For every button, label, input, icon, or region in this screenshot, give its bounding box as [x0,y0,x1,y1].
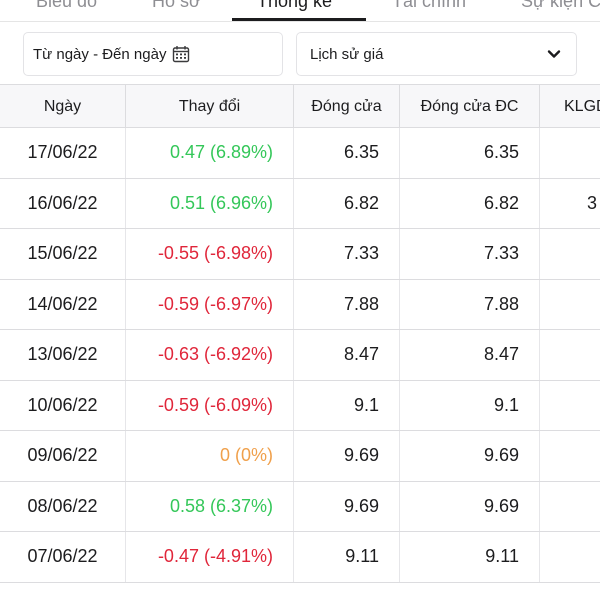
cell-adjusted-close: 8.47 [400,330,540,380]
tab-finance[interactable]: Tài chính [392,0,466,12]
cell-volume [540,431,600,481]
cell-date: 16/06/22 [0,178,126,228]
table-row[interactable]: 13/06/22 -0.63 (-6.92%) 8.47 8.47 [0,330,600,381]
table-row[interactable]: 17/06/22 0.47 (6.89%) 6.35 6.35 [0,128,600,179]
filter-bar: Từ ngày - Đến ngày Lịch sử giá [0,22,600,84]
calendar-icon [172,45,190,63]
table-row[interactable]: 10/06/22 -0.59 (-6.09%) 9.1 9.1 [0,380,600,431]
tab-profile[interactable]: Hồ sơ [152,0,201,12]
date-range-picker[interactable]: Từ ngày - Đến ngày [23,32,283,76]
cell-volume [540,280,600,330]
cell-change: -0.59 (-6.97%) [126,279,294,329]
price-history-select-value: Lịch sử giá [310,45,384,63]
cell-volume [540,482,600,532]
cell-change: 0.58 (6.37%) [126,481,294,531]
cell-change: 0 (0%) [126,431,294,481]
cell-volume [540,229,600,279]
table-row[interactable]: 08/06/22 0.58 (6.37%) 9.69 9.69 [0,481,600,532]
date-range-label: Từ ngày - Đến ngày [33,45,167,63]
tab-chart[interactable]: Biểu đồ [36,0,97,12]
cell-volume [540,128,600,178]
cell-date: 17/06/22 [0,128,126,178]
cell-adjusted-close: 6.82 [400,178,540,228]
cell-date: 10/06/22 [0,380,126,430]
cell-date: 07/06/22 [0,532,126,582]
price-history-table: Ngày Thay đổi Đóng cửa Đóng cửa ĐC KLGD … [0,84,600,583]
cell-date: 13/06/22 [0,330,126,380]
table-row[interactable]: 09/06/22 0 (0%) 9.69 9.69 [0,431,600,482]
cell-adjusted-close: 6.35 [400,128,540,178]
cell-adjusted-close: 9.69 [400,431,540,481]
cell-close: 7.33 [294,229,400,279]
cell-date: 14/06/22 [0,279,126,329]
cell-adjusted-close: 7.33 [400,229,540,279]
tab-bar: Biểu đồ Hồ sơ Thống kê Tài chính Sự kiện… [0,0,600,22]
header-close: Đóng cửa [294,85,400,129]
cell-close: 6.82 [294,178,400,228]
table-row[interactable]: 07/06/22 -0.47 (-4.91%) 9.11 9.11 [0,532,600,583]
cell-change: 0.51 (6.96%) [126,178,294,228]
cell-close: 9.69 [294,481,400,531]
chevron-down-icon [546,46,562,62]
cell-adjusted-close: 7.88 [400,279,540,329]
tab-events[interactable]: Sự kiện C [521,0,600,12]
cell-volume: 3 [540,179,600,229]
header-volume: KLGD [540,85,600,129]
price-history-select[interactable]: Lịch sử giá [296,32,577,76]
header-date: Ngày [0,85,126,129]
cell-close: 7.88 [294,279,400,329]
cell-volume [540,330,600,380]
table-body: 17/06/22 0.47 (6.89%) 6.35 6.35 16/06/22 0.51… [0,128,600,583]
cell-change: -0.63 (-6.92%) [126,330,294,380]
cell-volume [540,381,600,431]
cell-volume [540,532,600,582]
table-row[interactable]: 14/06/22 -0.59 (-6.97%) 7.88 7.88 [0,279,600,330]
cell-close: 9.11 [294,532,400,582]
cell-change: 0.47 (6.89%) [126,128,294,178]
cell-change: -0.55 (-6.98%) [126,229,294,279]
tab-statistics[interactable]: Thống kê [257,0,332,12]
cell-adjusted-close: 9.1 [400,380,540,430]
table-row[interactable]: 15/06/22 -0.55 (-6.98%) 7.33 7.33 [0,229,600,280]
cell-adjusted-close: 9.11 [400,532,540,582]
cell-date: 08/06/22 [0,481,126,531]
cell-close: 6.35 [294,128,400,178]
cell-close: 9.1 [294,380,400,430]
cell-close: 9.69 [294,431,400,481]
cell-adjusted-close: 9.69 [400,481,540,531]
cell-date: 15/06/22 [0,229,126,279]
header-adjusted-close: Đóng cửa ĐC [400,85,540,129]
table-header: Ngày Thay đổi Đóng cửa Đóng cửa ĐC KLGD [0,84,600,129]
cell-date: 09/06/22 [0,431,126,481]
header-change: Thay đổi [126,85,294,129]
cell-change: -0.59 (-6.09%) [126,380,294,430]
cell-close: 8.47 [294,330,400,380]
cell-change: -0.47 (-4.91%) [126,532,294,582]
table-row[interactable]: 16/06/22 0.51 (6.96%) 6.82 6.82 3 [0,178,600,229]
